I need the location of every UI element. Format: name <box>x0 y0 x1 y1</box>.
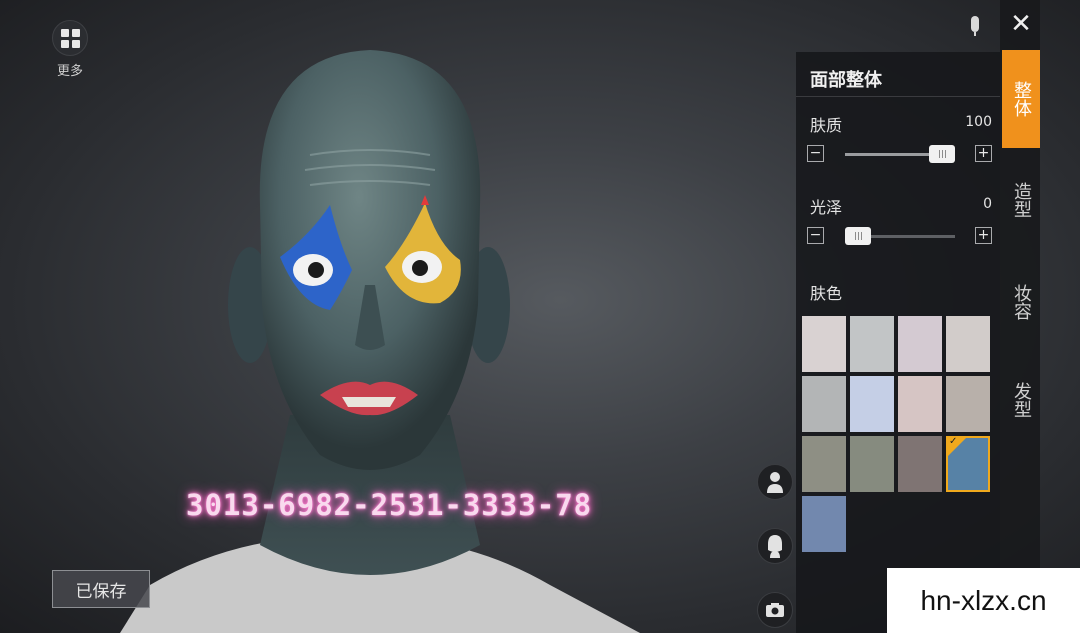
skin-color-swatch[interactable] <box>802 376 846 432</box>
panel-divider <box>796 96 1000 97</box>
gloss-thumb[interactable] <box>845 227 871 245</box>
microphone-icon[interactable] <box>966 14 984 38</box>
tab-label: 整体 <box>1011 81 1032 117</box>
panel-title: 面部整体 <box>810 70 882 91</box>
gloss-minus-button[interactable]: − <box>807 227 824 244</box>
skin-color-swatch[interactable] <box>898 316 942 372</box>
gloss-value: 0 <box>983 196 992 212</box>
skin-color-swatch[interactable] <box>802 496 846 552</box>
skin-color-swatch[interactable] <box>850 316 894 372</box>
tab-label: 妆容 <box>1011 284 1032 320</box>
skin-color-swatch[interactable]: ✓ <box>946 436 990 492</box>
skin-texture-minus-button[interactable]: − <box>807 145 824 162</box>
body-view-button[interactable] <box>757 464 793 500</box>
gloss-plus-button[interactable]: + <box>975 227 992 244</box>
close-button[interactable]: ✕ <box>1002 0 1040 48</box>
watermark-number: 3013-6982-2531-3333-78 <box>186 488 593 522</box>
skin-texture-value: 100 <box>965 114 992 130</box>
skin-texture-plus-button[interactable]: + <box>975 145 992 162</box>
camera-button[interactable] <box>757 592 793 628</box>
more-circle <box>52 20 88 56</box>
skin-texture-thumb[interactable] <box>929 145 955 163</box>
more-button[interactable]: 更多 <box>50 20 90 79</box>
skin-color-swatch[interactable] <box>898 376 942 432</box>
site-watermark-box: hn-xlzx.cn <box>887 568 1080 633</box>
gloss-label: 光泽 <box>810 198 843 217</box>
body-silhouette-icon <box>767 472 783 493</box>
tab-makeup[interactable]: 妆容 <box>1002 262 1040 342</box>
face-settings-panel: 面部整体 肤质 100 − + 光泽 0 − + 肤色 ✓ <box>796 52 1000 633</box>
skin-color-swatch[interactable] <box>850 376 894 432</box>
skin-texture-slider[interactable] <box>845 145 955 163</box>
head-hair-icon <box>768 535 782 558</box>
skin-color-label: 肤色 <box>810 284 843 303</box>
tab-label: 发型 <box>1011 382 1032 418</box>
tab-label: 造型 <box>1011 182 1032 218</box>
grid-icon <box>60 28 80 48</box>
skin-color-swatch[interactable] <box>802 316 846 372</box>
tab-hairstyle[interactable]: 发型 <box>1002 360 1040 440</box>
skin-color-swatch[interactable] <box>802 436 846 492</box>
saved-button[interactable]: 已保存 <box>52 570 150 608</box>
tab-overall[interactable]: 整体 <box>1002 50 1040 148</box>
skin-color-swatch[interactable] <box>946 316 990 372</box>
more-label: 更多 <box>56 64 83 79</box>
skin-texture-label: 肤质 <box>810 116 843 135</box>
tab-style[interactable]: 造型 <box>1002 160 1040 240</box>
checkmark-icon: ✓ <box>949 436 958 447</box>
avatar-figure <box>120 50 640 633</box>
skin-color-swatch[interactable] <box>946 376 990 432</box>
hair-view-button[interactable] <box>757 528 793 564</box>
camera-icon <box>766 603 784 617</box>
skin-color-swatch[interactable] <box>898 436 942 492</box>
skin-color-swatch[interactable] <box>850 436 894 492</box>
gloss-slider[interactable] <box>845 227 955 245</box>
